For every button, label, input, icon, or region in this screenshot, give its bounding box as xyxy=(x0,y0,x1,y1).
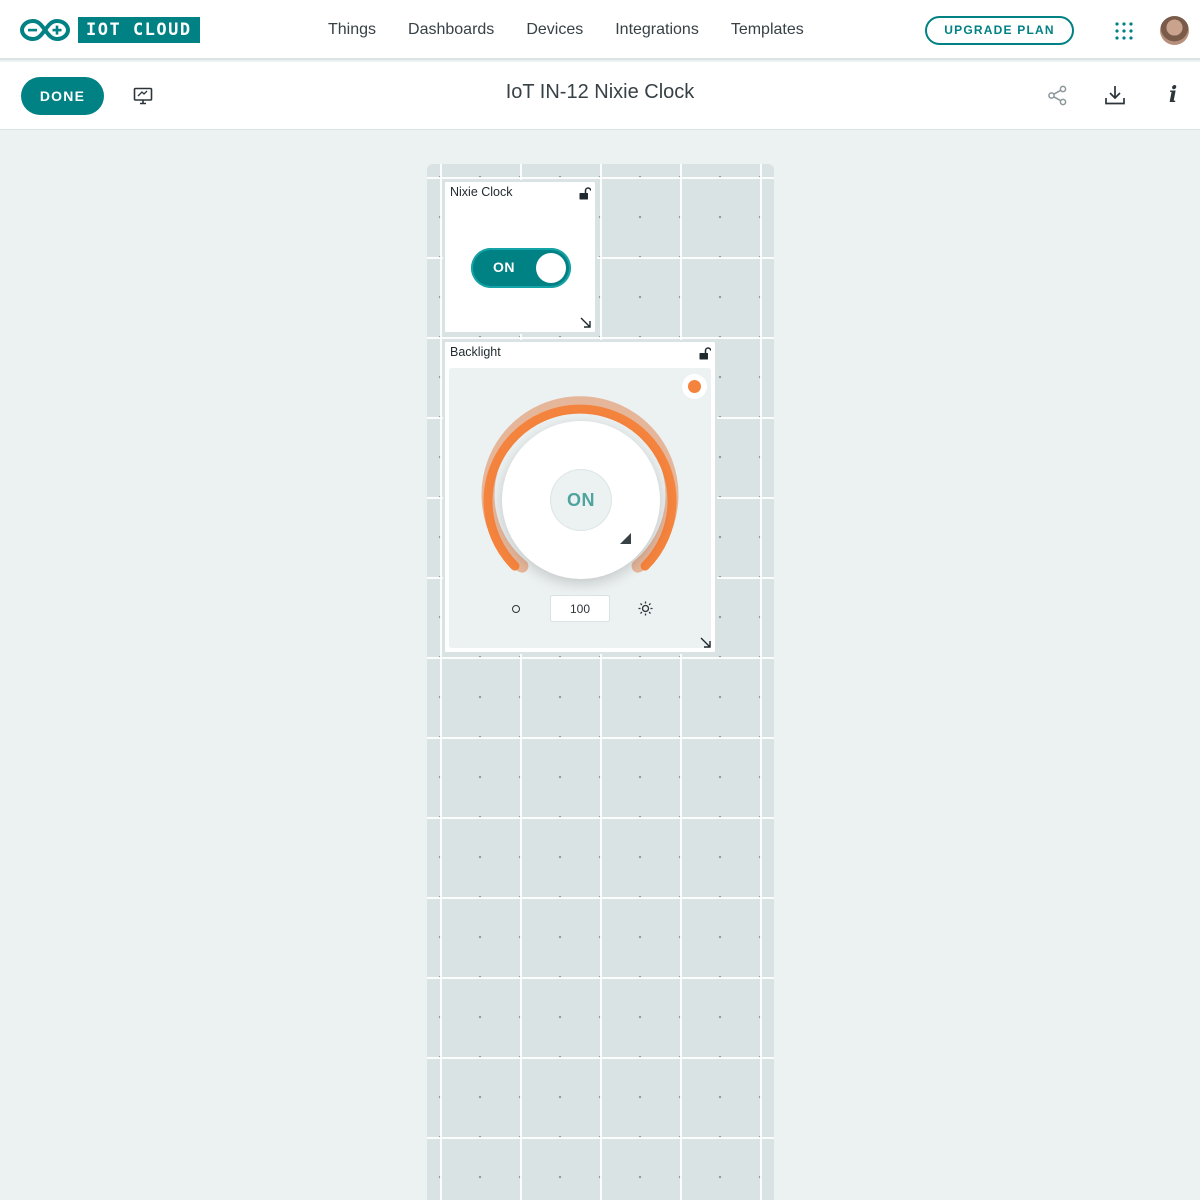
resize-handle-icon[interactable] xyxy=(700,637,711,648)
brightness-max-icon xyxy=(638,601,653,616)
info-icon[interactable]: i xyxy=(1165,84,1181,106)
dimmer-knob[interactable]: ON xyxy=(502,421,660,579)
switch-knob xyxy=(536,253,566,283)
avatar[interactable] xyxy=(1160,16,1189,45)
resize-handle-icon[interactable] xyxy=(580,317,591,328)
brightness-min-icon xyxy=(512,605,520,613)
nav-dashboards[interactable]: Dashboards xyxy=(392,18,510,42)
dimmer-on-button[interactable]: ON xyxy=(550,469,612,531)
dimmer-value-input[interactable] xyxy=(550,595,610,622)
nav-integrations[interactable]: Integrations xyxy=(599,18,715,42)
download-icon[interactable] xyxy=(1104,84,1126,106)
switch-widget[interactable]: Nixie Clock ON xyxy=(443,180,597,334)
screen-icon[interactable] xyxy=(133,86,153,106)
dimmer-widget[interactable]: Backlight ON xyxy=(443,340,717,654)
dashboard-toolbar: DONE IoT IN-12 Nixie Clock i xyxy=(0,62,1200,130)
done-button[interactable]: DONE xyxy=(21,77,104,115)
apps-grid-icon[interactable] xyxy=(1115,22,1133,40)
page-title: IoT IN-12 Nixie Clock xyxy=(505,81,695,103)
nav-templates[interactable]: Templates xyxy=(715,18,820,42)
iot-cloud-logo[interactable]: IOT CLOUD xyxy=(20,17,200,43)
upgrade-plan-button[interactable]: UPGRADE PLAN xyxy=(925,16,1074,45)
unlock-icon[interactable] xyxy=(699,347,711,360)
arduino-logo-icon xyxy=(20,18,70,42)
dimmer-control: ON xyxy=(449,368,711,648)
nav-things[interactable]: Things xyxy=(312,18,392,42)
toggle-switch[interactable]: ON xyxy=(471,248,571,288)
knob-pointer-icon xyxy=(620,533,631,544)
unlock-icon[interactable] xyxy=(579,187,591,200)
switch-state-label: ON xyxy=(493,259,515,275)
widget-title: Nixie Clock xyxy=(450,185,513,199)
main-nav: Things Dashboards Devices Integrations T… xyxy=(312,18,820,42)
dashboard-canvas: Nixie Clock ON Backlight ON 100 xyxy=(427,164,774,1200)
nav-devices[interactable]: Devices xyxy=(510,18,599,42)
widget-title: Backlight xyxy=(450,345,501,359)
share-icon[interactable] xyxy=(1047,85,1068,106)
top-navigation-bar: IOT CLOUD Things Dashboards Devices Inte… xyxy=(0,0,1200,60)
logo-text: IOT CLOUD xyxy=(78,17,200,43)
